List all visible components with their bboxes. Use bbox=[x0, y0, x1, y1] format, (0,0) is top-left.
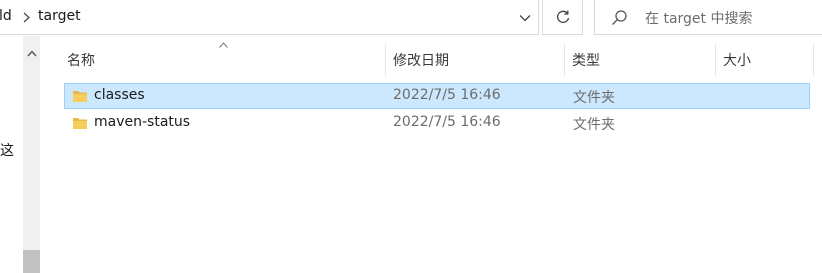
folder-icon bbox=[73, 91, 87, 102]
file-name: classes bbox=[94, 87, 145, 103]
breadcrumb-parent[interactable]: ld bbox=[0, 8, 12, 24]
file-row-maven-status[interactable]: maven-status 2022/7/5 16:46 文件夹 bbox=[64, 110, 810, 136]
file-type: 文件夹 bbox=[573, 90, 615, 106]
search-input[interactable]: 在 target 中搜索 bbox=[594, 0, 822, 35]
search-placeholder: 在 target 中搜索 bbox=[645, 11, 753, 27]
column-header-modified[interactable]: 修改日期 bbox=[393, 50, 449, 70]
search-icon bbox=[612, 10, 627, 25]
refresh-icon bbox=[556, 10, 569, 23]
navigation-pane: 这 bbox=[0, 36, 40, 273]
column-divider[interactable] bbox=[564, 44, 565, 76]
toolbar-row: ld target 在 target 中搜索 bbox=[0, 0, 822, 36]
folder-icon bbox=[73, 118, 87, 129]
column-divider[interactable] bbox=[813, 44, 814, 76]
nav-item-label[interactable]: 这 bbox=[0, 140, 14, 160]
scroll-up-button[interactable] bbox=[23, 42, 40, 64]
scrollbar-thumb[interactable] bbox=[23, 250, 40, 273]
column-header-type[interactable]: 类型 bbox=[572, 50, 600, 70]
file-modified: 2022/7/5 16:46 bbox=[393, 87, 501, 103]
file-name: maven-status bbox=[94, 114, 191, 130]
column-header-name[interactable]: 名称 bbox=[67, 50, 95, 70]
column-header-row: 名称 修改日期 类型 大小 bbox=[40, 36, 822, 78]
chevron-right-icon[interactable] bbox=[22, 12, 31, 23]
file-list: 名称 修改日期 类型 大小 classes 2022/7/5 16:46 文件夹… bbox=[40, 36, 822, 273]
scroll-up-icon bbox=[26, 49, 37, 56]
file-row-classes[interactable]: classes 2022/7/5 16:46 文件夹 bbox=[64, 83, 810, 109]
chevron-down-icon bbox=[519, 14, 531, 21]
address-history-dropdown[interactable] bbox=[511, 0, 539, 35]
file-type: 文件夹 bbox=[573, 117, 615, 133]
column-header-size[interactable]: 大小 bbox=[723, 50, 751, 70]
refresh-button[interactable] bbox=[542, 0, 583, 35]
nav-scrollbar[interactable] bbox=[23, 36, 40, 273]
address-bar[interactable]: ld target bbox=[0, 0, 539, 35]
file-modified: 2022/7/5 16:46 bbox=[393, 114, 501, 130]
column-divider[interactable] bbox=[715, 44, 716, 76]
breadcrumb-current[interactable]: target bbox=[38, 8, 81, 24]
file-explorer-window: ld target 在 target 中搜索 这 名称 修改日期 类型 大小 c… bbox=[0, 0, 822, 273]
column-divider[interactable] bbox=[385, 44, 386, 76]
sort-ascending-icon bbox=[219, 42, 228, 48]
